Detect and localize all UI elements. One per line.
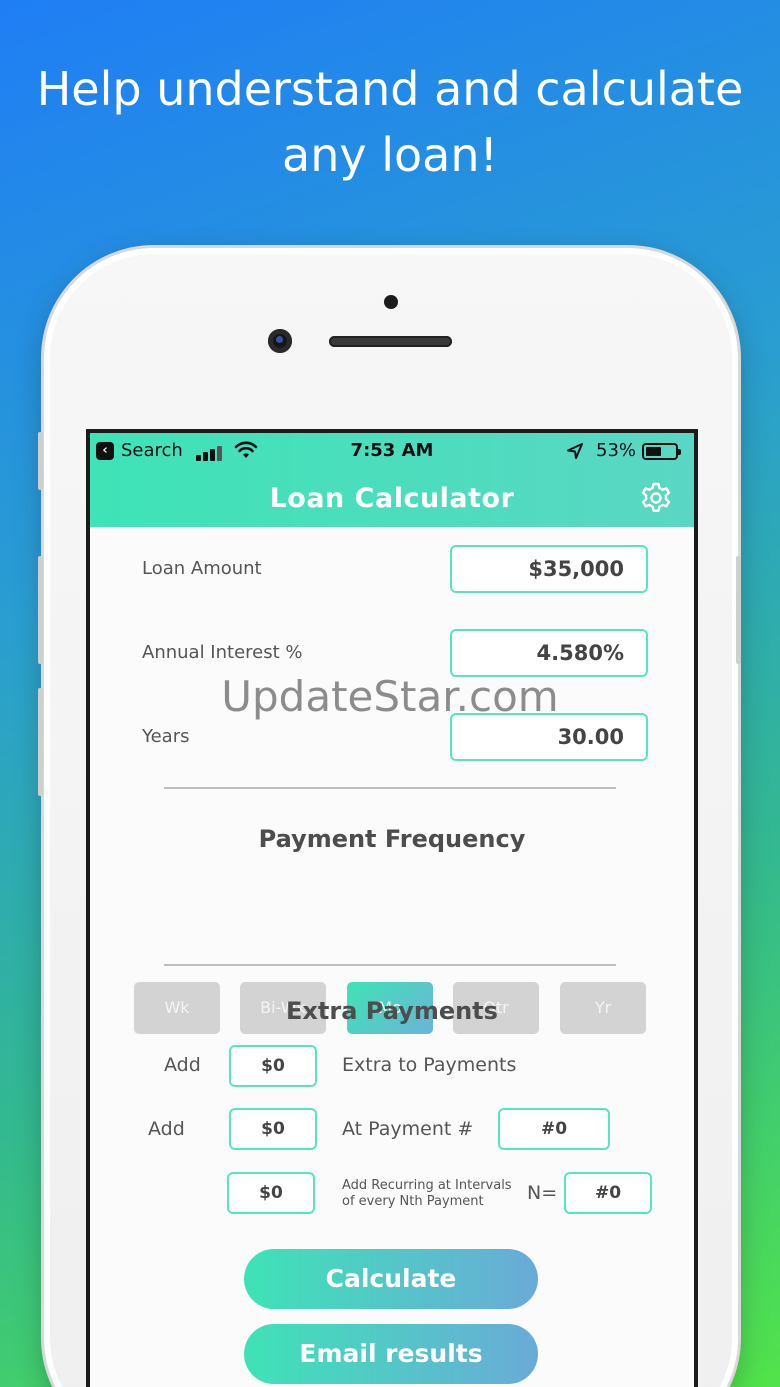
phone-screen: ‹ Search 7:53 AM 53% Loan Calculator Loa… bbox=[86, 429, 698, 1387]
phone-sensor bbox=[384, 295, 398, 309]
recurring-description-line-1: Add Recurring at Intervals bbox=[342, 1178, 512, 1193]
divider bbox=[164, 787, 616, 789]
phone-volume-up-button bbox=[38, 556, 43, 664]
headline-line-1: Help understand and calculate bbox=[36, 62, 744, 116]
nth-payment-input[interactable]: #0 bbox=[564, 1172, 652, 1214]
phone-mute-switch bbox=[38, 432, 43, 490]
headline-line-2: any loan! bbox=[282, 128, 498, 182]
location-arrow-icon bbox=[567, 443, 583, 459]
recurring-amount-input[interactable]: $0 bbox=[227, 1172, 315, 1214]
loan-amount-input[interactable]: $35,000 bbox=[450, 545, 648, 593]
app-screen: ‹ Search 7:53 AM 53% Loan Calculator Loa… bbox=[90, 433, 694, 1387]
divider bbox=[164, 964, 616, 966]
payment-number-input[interactable]: #0 bbox=[498, 1108, 610, 1150]
extra-to-payments-input[interactable]: $0 bbox=[229, 1045, 317, 1087]
interest-input[interactable]: 4.580% bbox=[450, 629, 648, 677]
extra-at-payment-amount-input[interactable]: $0 bbox=[229, 1108, 317, 1150]
years-label: Years bbox=[142, 726, 190, 747]
earpiece-speaker bbox=[329, 336, 452, 347]
phone-power-button bbox=[736, 556, 741, 664]
extra-to-payments-label: Extra to Payments bbox=[342, 1054, 517, 1076]
email-results-button[interactable]: Email results bbox=[244, 1324, 538, 1384]
loan-amount-label: Loan Amount bbox=[142, 558, 262, 579]
at-payment-number-label: At Payment # bbox=[342, 1118, 474, 1140]
watermark: UpdateStar.com bbox=[221, 672, 559, 721]
calculator-form: Loan Amount $35,000 Annual Interest % 4.… bbox=[90, 527, 694, 1387]
status-bar: ‹ Search 7:53 AM 53% bbox=[90, 439, 694, 469]
battery-icon bbox=[642, 443, 681, 460]
promo-headline: Help understand and calculate any loan! bbox=[0, 56, 780, 188]
battery-percent: 53% bbox=[596, 440, 637, 461]
battery-level bbox=[646, 447, 661, 456]
loan-amount-row: Loan Amount $35,000 bbox=[90, 545, 694, 595]
extra-payments-title: Extra Payments bbox=[286, 997, 498, 1025]
n-equals-label: N= bbox=[527, 1182, 558, 1204]
extra-row1-add-label: Add bbox=[164, 1054, 201, 1076]
interest-label: Annual Interest % bbox=[142, 642, 303, 663]
extra-row2-add-label: Add bbox=[148, 1118, 185, 1140]
gear-icon[interactable] bbox=[638, 481, 674, 517]
app-header: ‹ Search 7:53 AM 53% Loan Calculator bbox=[90, 433, 694, 527]
recurring-description: Add Recurring at Intervals of every Nth … bbox=[342, 1178, 512, 1210]
app-title: Loan Calculator bbox=[269, 483, 515, 514]
payment-frequency-title: Payment Frequency bbox=[258, 825, 526, 853]
calculate-button[interactable]: Calculate bbox=[244, 1249, 538, 1309]
recurring-description-line-2: of every Nth Payment bbox=[342, 1194, 484, 1209]
front-camera bbox=[268, 329, 292, 353]
